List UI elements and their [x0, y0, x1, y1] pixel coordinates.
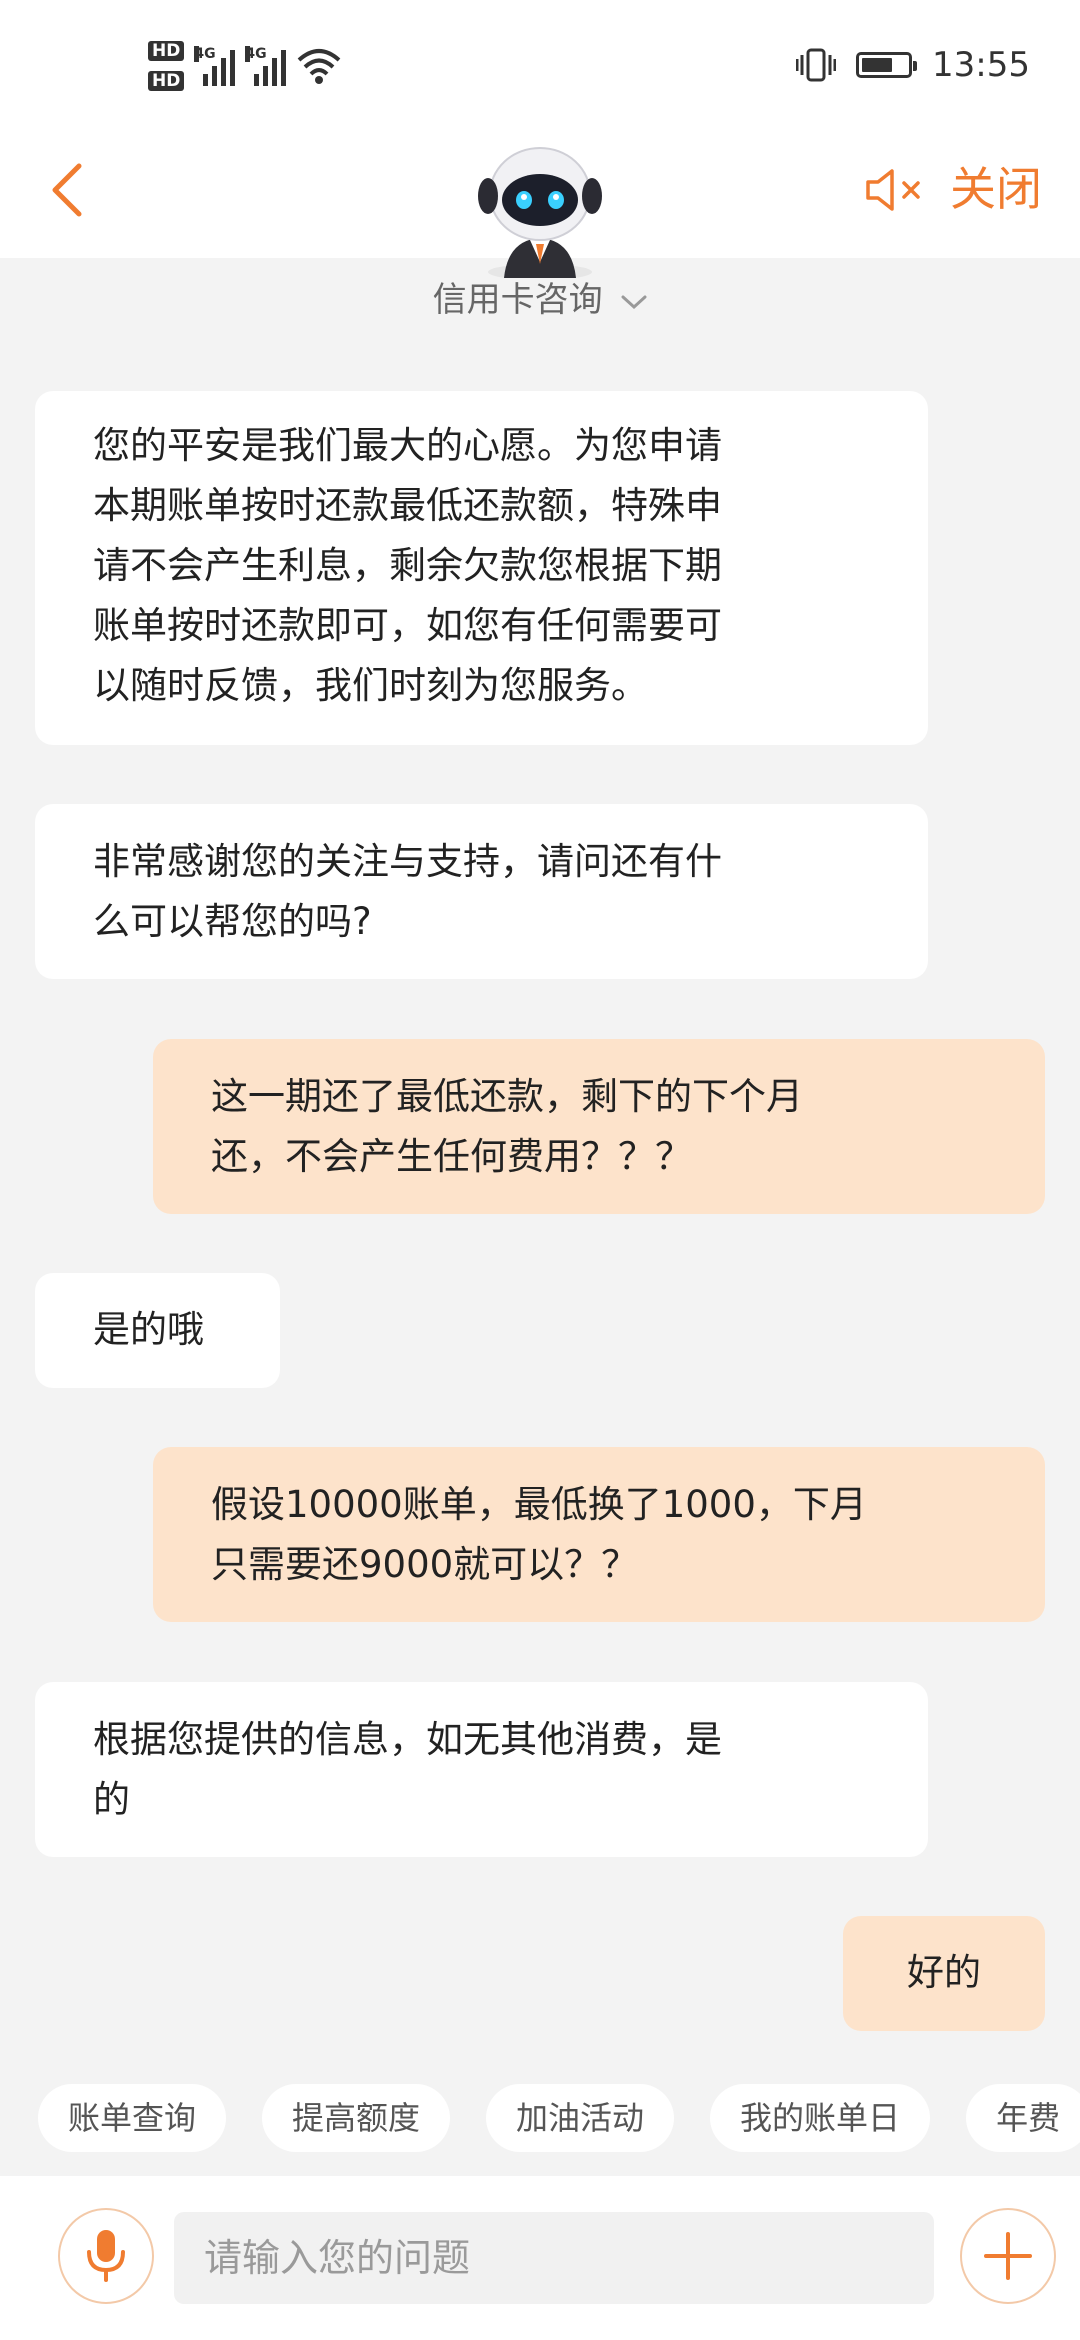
speaker-muted-icon: [866, 169, 920, 211]
status-left: HD HD 4G 4G: [148, 34, 342, 98]
microphone-icon: [87, 2230, 125, 2282]
topic-selector[interactable]: 信用卡咨询: [0, 272, 1080, 321]
input-bar: [0, 2176, 1080, 2340]
wifi-icon: [298, 49, 341, 84]
hd-sim2-icon: HD: [148, 71, 185, 91]
message-text: 是的哦: [93, 1308, 204, 1351]
quick-reply-chip[interactable]: 我的账单日: [710, 2084, 931, 2152]
bot-message: 您的平安是我们最大的心愿。为您申请 本期账单按时还款最低还款额，特殊申 请不会产…: [35, 391, 928, 745]
chevron-down-icon: [621, 295, 647, 309]
user-message: 好的: [843, 1916, 1045, 2031]
close-button[interactable]: 关闭: [950, 154, 1042, 224]
voice-input-button[interactable]: [58, 2208, 154, 2304]
back-button[interactable]: [36, 150, 96, 230]
message-text: 根据您提供的信息，如无其他消费，是 的: [93, 1718, 722, 1821]
more-options-button[interactable]: [960, 2208, 1056, 2304]
signal-4g-icon: 4G: [245, 46, 287, 86]
bot-message: 是的哦: [35, 1273, 280, 1388]
quick-reply-bar: 账单查询 提高额度 加油活动 我的账单日 年费: [0, 2084, 1080, 2152]
chevron-left-icon: [52, 163, 82, 217]
bot-message: 根据您提供的信息，如无其他消费，是 的: [35, 1682, 928, 1857]
question-input[interactable]: [174, 2212, 934, 2304]
hd-sim1-icon: HD: [148, 41, 185, 61]
user-message: 这一期还了最低还款，剩下的下个月 还，不会产生任何费用？？？: [153, 1039, 1045, 1214]
message-text: 假设10000账单，最低换了1000，下月 只需要还9000就可以？？: [211, 1483, 867, 1586]
quick-reply-chip[interactable]: 年费: [966, 2084, 1080, 2152]
user-message: 假设10000账单，最低换了1000，下月 只需要还9000就可以？？: [153, 1447, 1045, 1622]
message-text: 好的: [907, 1951, 981, 1994]
quick-reply-chip[interactable]: 账单查询: [38, 2084, 227, 2152]
message-text: 您的平安是我们最大的心愿。为您申请 本期账单按时还款最低还款额，特殊申 请不会产…: [93, 424, 722, 707]
network-type-label: 4G: [194, 46, 216, 62]
topic-label: 信用卡咨询: [432, 280, 603, 320]
plus-icon: [984, 2232, 1032, 2280]
battery-icon: [856, 52, 918, 78]
message-text: 这一期还了最低还款，剩下的下个月 还，不会产生任何费用？？？: [211, 1075, 803, 1178]
clock: 13:55: [932, 45, 1030, 85]
status-right: 13:55: [796, 40, 1030, 90]
quick-reply-chip[interactable]: 提高额度: [262, 2084, 451, 2152]
mute-button[interactable]: [862, 158, 926, 222]
status-bar: HD HD 4G 4G 13:55: [0, 0, 1080, 130]
signal-4g-icon: 4G: [194, 46, 236, 86]
vibrate-icon: [796, 48, 837, 82]
sim-stack: HD HD: [148, 41, 185, 91]
message-text: 非常感谢您的关注与支持，请问还有什 么可以帮您的吗?: [93, 840, 722, 943]
robot-assistant-avatar: [478, 147, 602, 278]
bot-message: 非常感谢您的关注与支持，请问还有什 么可以帮您的吗?: [35, 804, 928, 979]
network-type-label: 4G: [245, 46, 267, 62]
chat-header: 关闭: [0, 130, 1080, 278]
quick-reply-chip[interactable]: 加油活动: [486, 2084, 675, 2152]
